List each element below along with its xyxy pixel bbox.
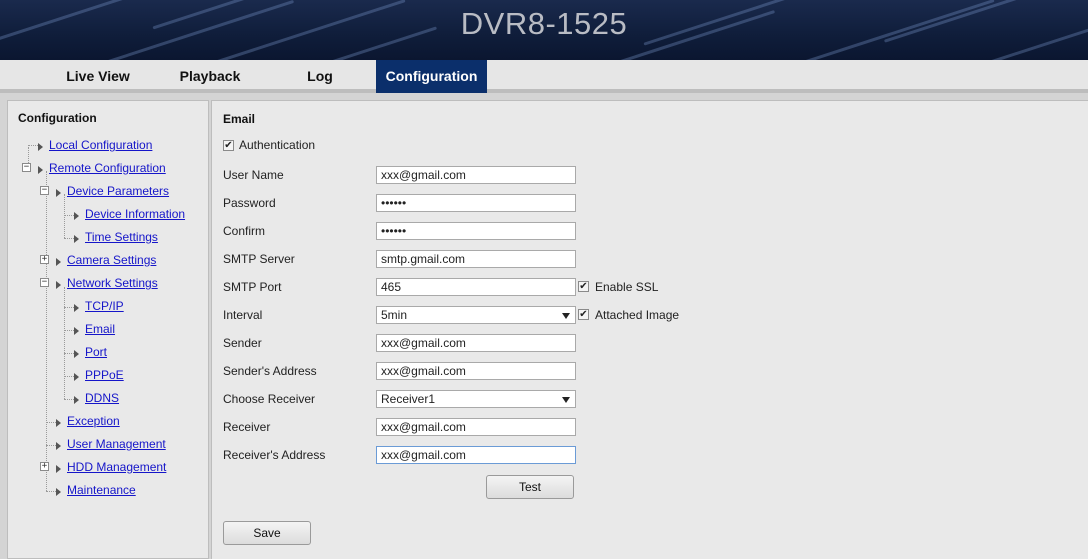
sidebar-item-email[interactable]: Email (74, 321, 115, 337)
sidebar-item-device-information[interactable]: Device Information (74, 206, 185, 222)
sidebar-item-exception[interactable]: Exception (56, 413, 120, 429)
smtp-port-label: SMTP Port (223, 280, 282, 294)
sidebar-item-hdd-management[interactable]: HDD Management (56, 459, 166, 475)
device-title: DVR8-1525 (460, 6, 628, 41)
sidebar-item-label[interactable]: Device Parameters (67, 184, 169, 198)
sidebar-item-label[interactable]: Maintenance (67, 483, 136, 497)
arrow-right-icon (38, 166, 43, 174)
interval-label: Interval (223, 308, 263, 322)
sidebar-item-network-settings[interactable]: Network Settings (56, 275, 158, 291)
arrow-right-icon (74, 304, 79, 312)
password-label: Password (223, 196, 276, 210)
sender-address-input[interactable]: xxx@gmail.com (376, 362, 576, 380)
collapse-network-settings-icon[interactable]: − (40, 278, 49, 287)
test-button[interactable]: Test (486, 475, 574, 499)
arrow-right-icon (38, 143, 43, 151)
sidebar-item-label[interactable]: User Management (67, 437, 166, 451)
arrow-right-icon (74, 350, 79, 358)
email-settings-panel: Email ✔ Authentication User Name xxx@gma… (211, 100, 1088, 559)
sidebar-item-remote-configuration[interactable]: Remote Configuration (38, 160, 166, 176)
attached-image-label: Attached Image (595, 308, 680, 322)
tab-configuration[interactable]: Configuration (376, 60, 487, 93)
interval-value: 5min (381, 308, 408, 322)
choose-receiver-value: Receiver1 (381, 392, 436, 406)
enable-ssl-label: Enable SSL (595, 280, 659, 294)
sidebar-item-label[interactable]: Remote Configuration (49, 161, 166, 175)
sidebar-item-user-management[interactable]: User Management (56, 436, 166, 452)
arrow-right-icon (56, 488, 61, 496)
sender-input[interactable]: xxx@gmail.com (376, 334, 576, 352)
sidebar-item-label[interactable]: Local Configuration (49, 138, 152, 152)
smtp-server-input[interactable]: smtp.gmail.com (376, 250, 576, 268)
sidebar-item-label[interactable]: Email (85, 322, 115, 336)
sidebar-item-label[interactable]: HDD Management (67, 460, 166, 474)
interval-select[interactable]: 5min (376, 306, 576, 324)
attached-image-checkbox[interactable]: ✔ (578, 309, 589, 320)
smtp-port-input[interactable]: 465 (376, 278, 576, 296)
chevron-down-icon (562, 397, 570, 403)
choose-receiver-select[interactable]: Receiver1 (376, 390, 576, 408)
arrow-right-icon (74, 212, 79, 220)
sidebar-item-tcp-ip[interactable]: TCP/IP (74, 298, 124, 314)
sidebar-title: Configuration (18, 111, 97, 125)
chevron-down-icon (562, 313, 570, 319)
section-title: Email (223, 112, 256, 126)
sidebar-item-local-configuration[interactable]: Local Configuration (38, 137, 152, 153)
header-banner: DVR8-1525 (0, 0, 1088, 60)
user-name-label: User Name (223, 168, 284, 182)
choose-receiver-label: Choose Receiver (223, 392, 316, 406)
sidebar-item-camera-settings[interactable]: Camera Settings (56, 252, 156, 268)
tab-playback[interactable]: Playback (164, 60, 256, 93)
arrow-right-icon (74, 327, 79, 335)
collapse-remote-config-icon[interactable]: − (22, 163, 31, 172)
sidebar-item-time-settings[interactable]: Time Settings (74, 229, 158, 245)
sidebar-item-label[interactable]: DDNS (85, 391, 119, 405)
smtp-server-label: SMTP Server (223, 252, 295, 266)
sidebar-item-port[interactable]: Port (74, 344, 107, 360)
sidebar-item-pppoe[interactable]: PPPoE (74, 367, 124, 383)
receiver-label: Receiver (223, 420, 271, 434)
enable-ssl-checkbox[interactable]: ✔ (578, 281, 589, 292)
sidebar-item-maintenance[interactable]: Maintenance (56, 482, 136, 498)
confirm-password-input[interactable]: •••••• (376, 222, 576, 240)
user-name-input[interactable]: xxx@gmail.com (376, 166, 576, 184)
sidebar-item-label[interactable]: Network Settings (67, 276, 158, 290)
arrow-right-icon (56, 258, 61, 266)
sidebar-item-label[interactable]: Camera Settings (67, 253, 156, 267)
arrow-right-icon (56, 442, 61, 450)
authentication-checkbox[interactable]: ✔ (223, 140, 234, 151)
main-nav: Live View Playback Log Configuration (0, 60, 1088, 93)
receiver-address-label: Receiver's Address (223, 448, 326, 462)
save-button[interactable]: Save (223, 521, 311, 545)
sidebar-item-device-parameters[interactable]: Device Parameters (56, 183, 169, 199)
sidebar-item-label[interactable]: Port (85, 345, 107, 359)
sidebar-item-ddns[interactable]: DDNS (74, 390, 119, 406)
arrow-right-icon (74, 396, 79, 404)
authentication-label: Authentication (239, 138, 316, 152)
arrow-right-icon (56, 281, 61, 289)
arrow-right-icon (56, 419, 61, 427)
sidebar-item-label[interactable]: Device Information (85, 207, 185, 221)
expand-camera-settings-icon[interactable]: + (40, 255, 49, 264)
arrow-right-icon (56, 189, 61, 197)
tab-log[interactable]: Log (290, 60, 350, 93)
arrow-right-icon (74, 373, 79, 381)
confirm-label: Confirm (223, 224, 266, 238)
arrow-right-icon (74, 235, 79, 243)
sidebar-item-label[interactable]: Exception (67, 414, 120, 428)
collapse-device-parameters-icon[interactable]: − (40, 186, 49, 195)
expand-hdd-management-icon[interactable]: + (40, 462, 49, 471)
sender-address-label: Sender's Address (223, 364, 317, 378)
tab-live-view[interactable]: Live View (52, 60, 144, 93)
arrow-right-icon (56, 465, 61, 473)
password-input[interactable]: •••••• (376, 194, 576, 212)
sidebar-item-label[interactable]: Time Settings (85, 230, 158, 244)
receiver-input[interactable]: xxx@gmail.com (376, 418, 576, 436)
receiver-address-input[interactable]: xxx@gmail.com (376, 446, 576, 464)
sidebar-item-label[interactable]: PPPoE (85, 368, 124, 382)
sidebar-item-label[interactable]: TCP/IP (85, 299, 124, 313)
config-sidebar: Configuration − − + − + Local Configurat… (7, 100, 209, 559)
sender-label: Sender (223, 336, 262, 350)
